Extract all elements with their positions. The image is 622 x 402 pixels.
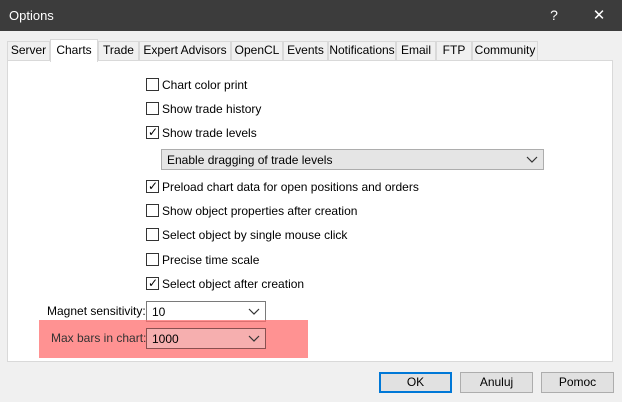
window-title: Options	[9, 8, 54, 23]
title-bar: Options ? ✕	[0, 0, 622, 31]
tab-expert-advisors[interactable]: Expert Advisors	[139, 41, 231, 60]
tab-charts[interactable]: Charts	[50, 39, 98, 62]
max-bars-dropdown[interactable]: 1000	[146, 328, 266, 349]
tab-notifications[interactable]: Notifications	[328, 41, 396, 60]
checkbox[interactable]	[146, 78, 159, 91]
tab-community[interactable]: Community	[472, 41, 538, 60]
max-bars-label: Max bars in chart:	[51, 331, 147, 345]
check-icon: ✓	[148, 125, 159, 139]
tab-email[interactable]: Email	[396, 41, 436, 60]
option-label: Precise time scale	[162, 253, 260, 267]
option-label: Show object properties after creation	[162, 204, 358, 218]
check-icon: ✓	[148, 276, 159, 290]
checkbox[interactable]	[146, 102, 159, 115]
tab-opencl[interactable]: OpenCL	[231, 41, 283, 60]
checkbox[interactable]	[146, 228, 159, 241]
option-label: Show trade history	[162, 102, 262, 116]
tab-events[interactable]: Events	[283, 41, 328, 60]
checkbox[interactable]: ✓	[146, 125, 159, 139]
help-icon[interactable]: ?	[540, 0, 568, 31]
trade-levels-dropdown[interactable]: Enable dragging of trade levels	[161, 149, 544, 170]
checkbox[interactable]	[146, 204, 159, 217]
magnet-sensitivity-dropdown[interactable]: 10	[146, 301, 266, 322]
help-button[interactable]: Pomoc	[541, 372, 614, 393]
magnet-sensitivity-label: Magnet sensitivity:	[47, 304, 146, 318]
option-label: Chart color print	[162, 78, 248, 92]
checkbox[interactable]: ✓	[146, 276, 159, 290]
dropdown-value: 1000	[152, 332, 179, 346]
dropdown-value: 10	[152, 305, 166, 319]
cancel-button[interactable]: Anuluj	[460, 372, 533, 393]
option-label: Show trade levels	[162, 126, 257, 140]
check-icon: ✓	[148, 179, 159, 193]
tab-ftp[interactable]: FTP	[436, 41, 472, 60]
checkbox[interactable]	[146, 253, 159, 266]
chevron-down-icon	[248, 308, 260, 315]
option-label: Preload chart data for open positions an…	[162, 180, 419, 194]
tab-trade[interactable]: Trade	[98, 41, 139, 60]
close-icon[interactable]: ✕	[584, 0, 614, 31]
tab-server[interactable]: Server	[7, 41, 50, 60]
ok-button[interactable]: OK	[379, 372, 452, 393]
option-label: Select object by single mouse click	[162, 228, 348, 242]
chevron-down-icon	[526, 156, 538, 163]
option-label: Select object after creation	[162, 277, 305, 291]
dropdown-value: Enable dragging of trade levels	[167, 153, 333, 167]
checkbox[interactable]: ✓	[146, 179, 159, 193]
chevron-down-icon	[248, 335, 260, 342]
